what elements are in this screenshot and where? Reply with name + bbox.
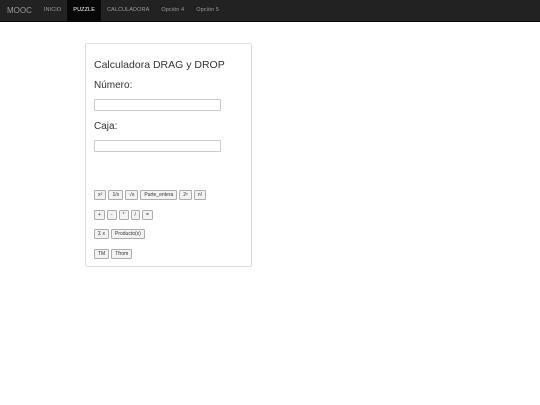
nav-item-opcion-4[interactable]: Opción 4 [155, 0, 190, 21]
equals-button[interactable]: = [141, 210, 153, 220]
add-button[interactable]: + [94, 210, 105, 220]
divide-button[interactable]: / [130, 210, 140, 220]
multiply-button[interactable]: * [118, 210, 129, 220]
top-navbar: MOOC INICIO PUZZLE CALCULADORA Opción 4 … [0, 0, 540, 22]
nav-item-calculadora[interactable]: CALCULADORA [101, 0, 155, 21]
numero-label: Número: [94, 80, 133, 91]
function-button-row: x2 1/x √x Parte_entera 2x n! [94, 190, 206, 200]
memory-button-row: TM Tfrom [94, 249, 133, 259]
operator-button-row: + - * / = [94, 210, 153, 220]
integer-part-button[interactable]: Parte_entera [140, 190, 178, 200]
square-button[interactable]: x2 [94, 190, 107, 200]
aggregate-button-row: Σ x Producto(x) [94, 229, 145, 239]
tm-button[interactable]: TM [94, 249, 110, 259]
numero-input[interactable] [94, 99, 221, 111]
subtract-button[interactable]: - [106, 210, 117, 220]
product-button[interactable]: Producto(x) [110, 229, 145, 239]
brand-link[interactable]: MOOC [0, 0, 38, 21]
nav-item-puzzle[interactable]: PUZZLE [67, 0, 101, 21]
calculator-panel: Calculadora DRAG y DROP Número: Caja: x2… [85, 43, 252, 267]
reciprocal-button[interactable]: 1/x [108, 190, 124, 200]
caja-drop-box[interactable] [94, 140, 221, 152]
factorial-button[interactable]: n! [193, 190, 206, 200]
nav-item-inicio[interactable]: INICIO [38, 0, 67, 21]
tfrom-button[interactable]: Tfrom [111, 249, 133, 259]
caja-label: Caja: [94, 121, 118, 132]
nav-item-opcion-5[interactable]: Opción 5 [190, 0, 225, 21]
sum-button[interactable]: Σ x [94, 229, 109, 239]
sqrt-button[interactable]: √x [125, 190, 139, 200]
panel-title: Calculadora DRAG y DROP [94, 59, 225, 71]
power-of-two-button[interactable]: 2x [179, 190, 192, 200]
